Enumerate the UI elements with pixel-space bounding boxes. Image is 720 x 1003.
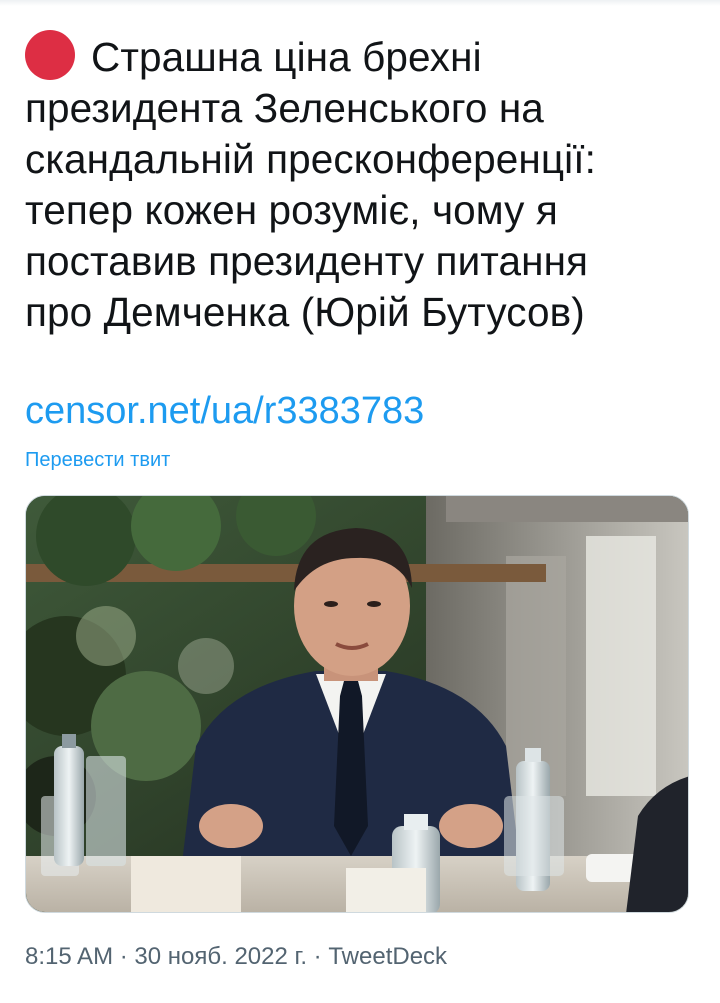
tweet-meta: 8:15 AM · 30 нояб. 2022 г. · TweetDeck — [25, 940, 447, 974]
red-circle-icon — [25, 30, 75, 80]
headline-line-1-text: Страшна ціна брехні — [91, 34, 482, 80]
tweet: Страшна ціна брехні президента Зеленсько… — [0, 0, 720, 1003]
tweet-source[interactable]: TweetDeck — [328, 943, 447, 970]
headline-line-3: скандальній пресконференції: — [25, 136, 596, 182]
meta-separator-1: · — [119, 943, 128, 970]
photo-illustration — [26, 496, 688, 912]
top-divider — [0, 0, 720, 6]
headline-line-4: тепер кожен розуміє, чому я — [25, 187, 558, 233]
tweet-text: Страшна ціна брехні президента Зеленсько… — [25, 30, 705, 338]
article-link[interactable]: censor.net/ua/r3383783 — [25, 386, 424, 436]
meta-separator-2: · — [313, 943, 322, 970]
tweet-time[interactable]: 8:15 AM — [25, 943, 113, 970]
headline-line-2: президента Зеленського на — [25, 85, 544, 131]
headline-line-6: про Демченка (Юрій Бутусов) — [25, 289, 585, 335]
headline-line-5: поставив президенту питання — [25, 238, 589, 284]
tweet-date[interactable]: 30 нояб. 2022 г. — [134, 943, 307, 970]
translate-tweet-link[interactable]: Перевести твит — [25, 446, 170, 474]
tweet-photo[interactable] — [25, 495, 689, 913]
headline-line-1: Страшна ціна брехні — [25, 30, 705, 83]
